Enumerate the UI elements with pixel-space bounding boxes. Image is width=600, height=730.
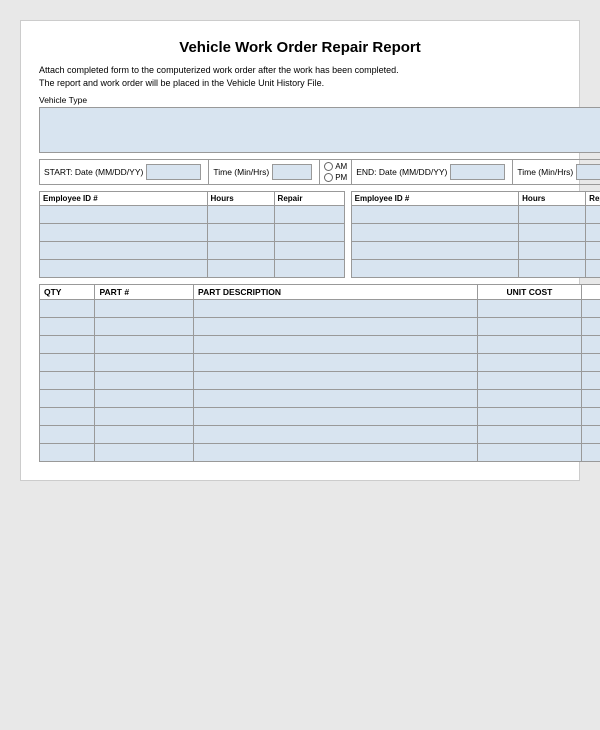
unit-cost-header: UNIT COST xyxy=(477,285,582,300)
emp-col3-header: Repair xyxy=(274,192,344,206)
table-row xyxy=(351,260,600,278)
table-row xyxy=(40,242,345,260)
end-date-input[interactable] xyxy=(450,164,505,180)
table-row xyxy=(40,390,600,408)
vehicle-type-input[interactable] xyxy=(39,107,600,153)
end-date-label: END: Date (MM/DD/YY) xyxy=(356,167,447,177)
start-time-label: Time (Min/Hrs) xyxy=(213,167,269,177)
employee-section: Employee ID # Hours Repair xyxy=(39,191,600,278)
page: Vehicle Work Order Repair Report Attach … xyxy=(20,20,580,481)
table-row xyxy=(40,444,600,462)
parts-table: QTY PART # PART DESCRIPTION UNIT COST HO… xyxy=(39,284,600,462)
table-row xyxy=(40,206,345,224)
table-row xyxy=(351,224,600,242)
part-desc-header: PART DESCRIPTION xyxy=(194,285,477,300)
emp-col1-header: Employee ID # xyxy=(40,192,208,206)
table-row xyxy=(351,206,600,224)
start-pm-radio[interactable] xyxy=(324,173,333,182)
start-date-label: START: Date (MM/DD/YY) xyxy=(44,167,143,177)
table-row xyxy=(40,260,345,278)
hours-header: HOURS xyxy=(582,285,600,300)
end-time-input[interactable] xyxy=(576,164,600,180)
table-row xyxy=(40,300,600,318)
table-row xyxy=(40,336,600,354)
start-am-radio[interactable] xyxy=(324,162,333,171)
instructions: Attach completed form to the computerize… xyxy=(39,64,600,89)
emp2-col3-header: Repair xyxy=(586,192,600,206)
left-section: Attach completed form to the computerize… xyxy=(39,64,600,462)
table-row xyxy=(351,242,600,260)
start-time-input[interactable] xyxy=(272,164,312,180)
datetime-row: START: Date (MM/DD/YY) Time (Min/Hrs) AM… xyxy=(39,159,600,185)
table-row xyxy=(40,426,600,444)
start-date-input[interactable] xyxy=(146,164,201,180)
employee-table-1: Employee ID # Hours Repair xyxy=(39,191,345,278)
part-num-header: PART # xyxy=(95,285,194,300)
start-ampm: AM PM xyxy=(320,160,352,184)
table-row xyxy=(40,224,345,242)
table-row xyxy=(40,354,600,372)
table-row xyxy=(40,372,600,390)
end-time-label: Time (Min/Hrs) xyxy=(517,167,573,177)
vehicle-type-label: Vehicle Type xyxy=(39,95,600,105)
emp-col2-header: Hours xyxy=(207,192,274,206)
emp2-col1-header: Employee ID # xyxy=(351,192,519,206)
page-title: Vehicle Work Order Repair Report xyxy=(39,39,561,56)
parts-section: QTY PART # PART DESCRIPTION UNIT COST HO… xyxy=(39,284,600,462)
table-row xyxy=(40,318,600,336)
emp2-col2-header: Hours xyxy=(519,192,586,206)
table-row xyxy=(40,408,600,426)
employee-table-2: Employee ID # Hours Repair xyxy=(351,191,600,278)
qty-header: QTY xyxy=(40,285,95,300)
